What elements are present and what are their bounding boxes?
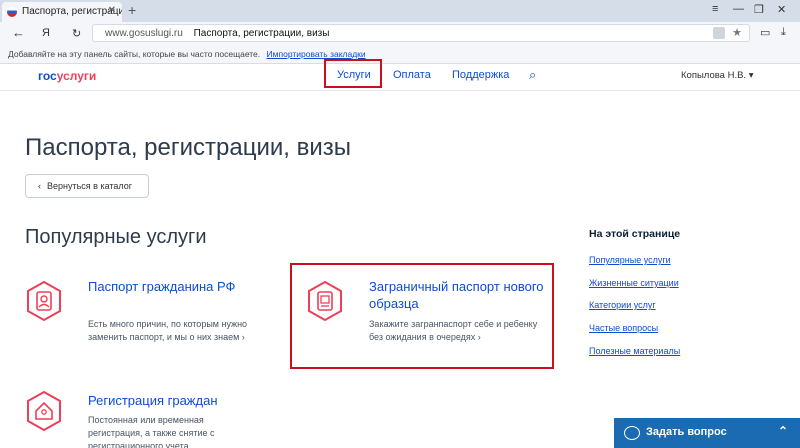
service-description: Есть много причин, по которым нужно заме… [88, 319, 248, 342]
ask-question-button[interactable]: Задать вопрос ⌃ [614, 418, 800, 448]
tab-bar: Паспорта, регистрации, ... ✕ + ≡ — ❐ ✕ [0, 0, 800, 22]
on-this-page-heading: На этой странице [589, 228, 681, 240]
favicon-icon [7, 7, 17, 17]
site-header: госуслуги Услуги Оплата Поддержка ⌕ Копы… [0, 59, 800, 91]
bookmarks-hint: Добавляйте на эту панель сайты, которые … [8, 49, 261, 59]
chat-bubble-icon [624, 426, 640, 440]
minimize-icon[interactable]: — [733, 3, 744, 15]
service-title[interactable]: Регистрация граждан [88, 392, 263, 409]
user-menu[interactable]: Копылова Н.В. ▾ [681, 70, 753, 81]
ask-question-label: Задать вопрос [646, 426, 727, 438]
maximize-icon[interactable]: ❐ [754, 3, 764, 16]
browser-tab[interactable]: Паспорта, регистрации, ... ✕ [2, 2, 122, 22]
bookmarks-bar: Добавляйте на эту панель сайты, которые … [0, 44, 800, 64]
protect-icon[interactable] [713, 27, 725, 39]
close-tab-icon[interactable]: ✕ [108, 5, 116, 16]
logo-gos: гос [38, 69, 57, 83]
back-to-catalog-button[interactable]: ‹ Вернуться в каталог [25, 174, 149, 198]
aside-link-categories[interactable]: Категории услуг [589, 300, 656, 310]
address-input[interactable]: www.gosuslugi.ru Паспорта, регистрации, … [92, 24, 750, 42]
battery-icon[interactable]: ▭ [760, 26, 770, 39]
menu-icon[interactable]: ≡ [712, 3, 718, 15]
house-icon [27, 390, 61, 432]
search-icon[interactable]: ⌕ [529, 67, 536, 83]
aside-link-life-situations[interactable]: Жизненные ситуации [589, 278, 679, 288]
service-title[interactable]: Паспорт гражданина РФ [88, 278, 258, 295]
logo-uslugi: услуги [56, 69, 97, 83]
aside-link-popular[interactable]: Популярные услуги [589, 255, 671, 265]
foreign-passport-icon [308, 280, 342, 322]
browser-chrome: Паспорта, регистрации, ... ✕ + ≡ — ❐ ✕ ←… [0, 0, 800, 64]
yandex-icon[interactable]: Я [42, 27, 50, 39]
aside-link-faq[interactable]: Частые вопросы [589, 323, 658, 333]
service-description: Постоянная или временная регистрация, а … [88, 415, 215, 448]
nav-payment[interactable]: Оплата [393, 69, 431, 81]
chevron-up-icon: ⌃ [777, 424, 788, 438]
nav-highlight-frame [324, 59, 382, 88]
back-arrow-icon[interactable]: ← [12, 25, 25, 40]
service-description: Закажите загранпаспорт себе и ребенку бе… [369, 319, 538, 342]
chevron-left-icon: ‹ [38, 181, 41, 191]
address-bar-row: ← Я ↻ www.gosuslugi.ru Паспорта, регистр… [0, 22, 800, 44]
back-button-label: Вернуться в каталог [47, 181, 133, 191]
import-bookmarks-link[interactable]: Импортировать закладки [267, 49, 366, 59]
passport-icon [27, 280, 61, 322]
download-icon[interactable]: ⤓ [781, 26, 786, 39]
service-title[interactable]: Заграничный паспорт нового образца [369, 278, 544, 312]
gosuslugi-logo[interactable]: госуслуги [38, 69, 96, 83]
popular-services-heading: Популярные услуги [25, 226, 207, 248]
aside-link-materials[interactable]: Полезные материалы [589, 346, 680, 356]
page-title: Паспорта, регистрации, визы [25, 134, 352, 161]
address-domain: www.gosuslugi.ru [105, 28, 183, 39]
close-window-icon[interactable]: ✕ [777, 3, 786, 16]
nav-support[interactable]: Поддержка [452, 69, 509, 81]
address-page-title: Паспорта, регистрации, визы [193, 28, 330, 39]
new-tab-button[interactable]: + [128, 2, 136, 18]
refresh-icon[interactable]: ↻ [72, 27, 81, 40]
bookmark-star-icon[interactable]: ★ [732, 26, 742, 39]
